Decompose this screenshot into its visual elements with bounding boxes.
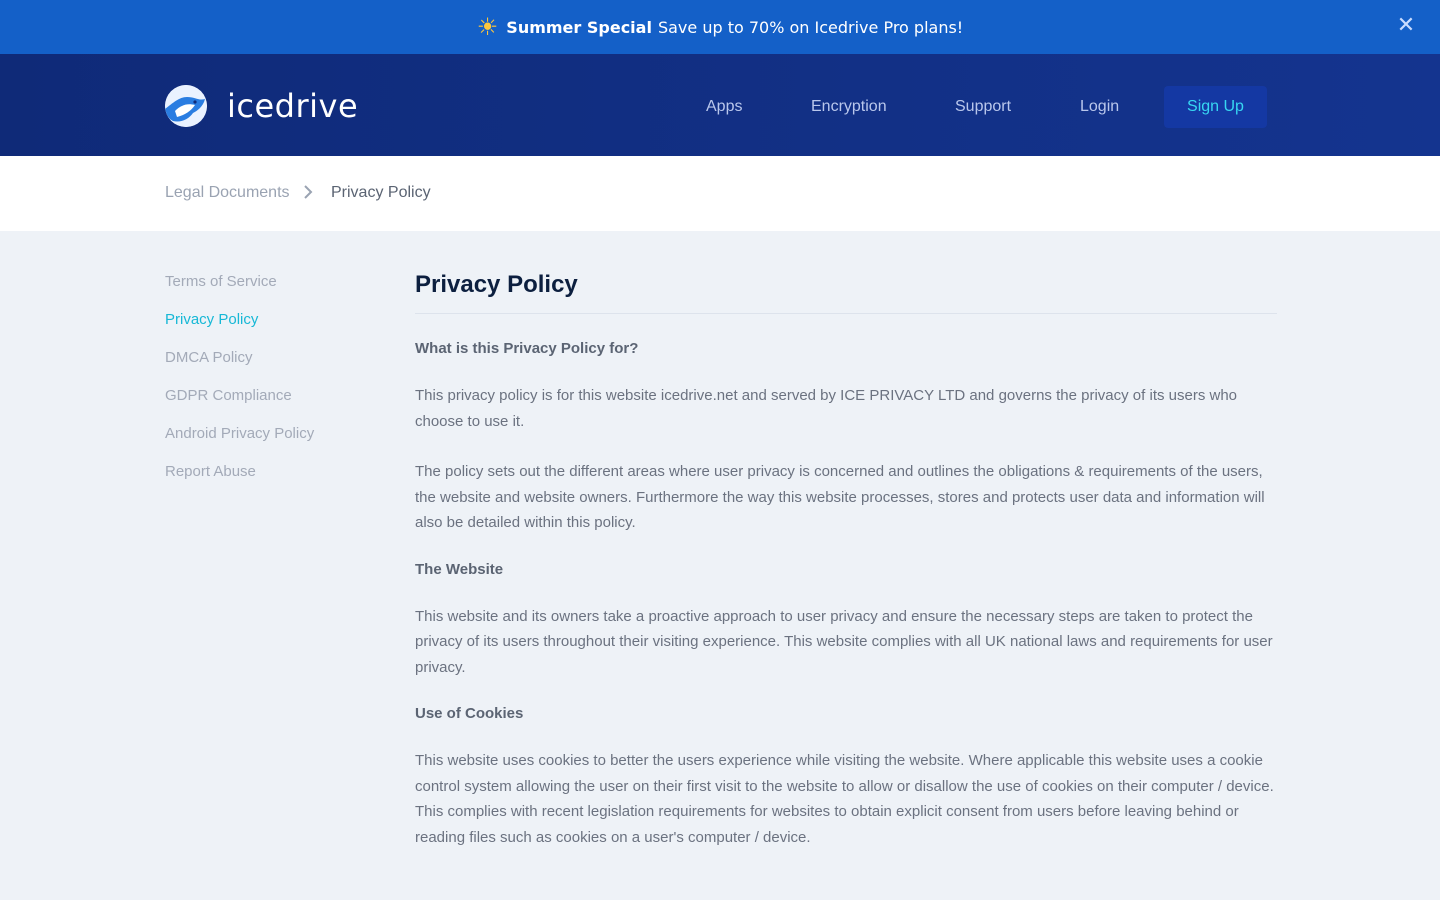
promo-highlight: Summer Special	[506, 17, 652, 37]
sidebar-item-gdpr-compliance[interactable]: GDPR Compliance	[165, 387, 314, 425]
paragraph: This website uses cookies to better the …	[415, 752, 1274, 846]
sun-icon: ☀	[476, 13, 499, 41]
logo-text: icedrive	[227, 87, 359, 125]
section-heading: Use of Cookies	[415, 705, 524, 722]
section-heading: The Website	[415, 560, 504, 578]
promo-banner: ☀ Summer Special Save up to 70% on Icedr…	[0, 0, 1440, 54]
site-header: icedrive Apps Encryption Support Login S…	[0, 54, 1440, 156]
chevron-right-icon	[303, 184, 313, 205]
nav-support[interactable]: Support	[955, 86, 1011, 128]
polar-bear-logo-icon	[165, 85, 207, 127]
nav-login[interactable]: Login	[1080, 86, 1119, 128]
breadcrumb-current: Privacy Policy	[331, 184, 431, 201]
signup-button[interactable]: Sign Up	[1164, 86, 1267, 128]
divider	[415, 313, 1277, 314]
breadcrumb-legal-documents[interactable]: Legal Documents	[165, 184, 290, 202]
paragraph: The policy sets out the different areas …	[415, 463, 1265, 531]
policy-content: Privacy Policy What is this Privacy Poli…	[415, 271, 1277, 875]
sidebar-item-android-privacy-policy[interactable]: Android Privacy Policy	[165, 425, 314, 463]
logo[interactable]: icedrive	[165, 85, 358, 127]
sidebar-item-terms-of-service[interactable]: Terms of Service	[165, 273, 314, 311]
close-icon[interactable]: ✕	[1394, 14, 1418, 38]
section-heading: What is this Privacy Policy for?	[415, 340, 639, 357]
breadcrumb: Legal Documents Privacy Policy	[0, 156, 1440, 231]
legal-sidebar: Terms of Service Privacy Policy DMCA Pol…	[165, 273, 314, 501]
paragraph: This website and its owners take a proac…	[415, 607, 1273, 676]
page-title: Privacy Policy	[415, 271, 578, 298]
sidebar-item-privacy-policy[interactable]: Privacy Policy	[165, 311, 314, 349]
nav-encryption[interactable]: Encryption	[811, 86, 887, 128]
sidebar-item-dmca-policy[interactable]: DMCA Policy	[165, 349, 314, 387]
promo-text: Save up to 70% on Icedrive Pro plans!	[657, 17, 964, 37]
nav-apps[interactable]: Apps	[706, 86, 742, 128]
paragraph: This privacy policy is for this website …	[415, 387, 1238, 430]
sidebar-item-report-abuse[interactable]: Report Abuse	[165, 463, 314, 501]
